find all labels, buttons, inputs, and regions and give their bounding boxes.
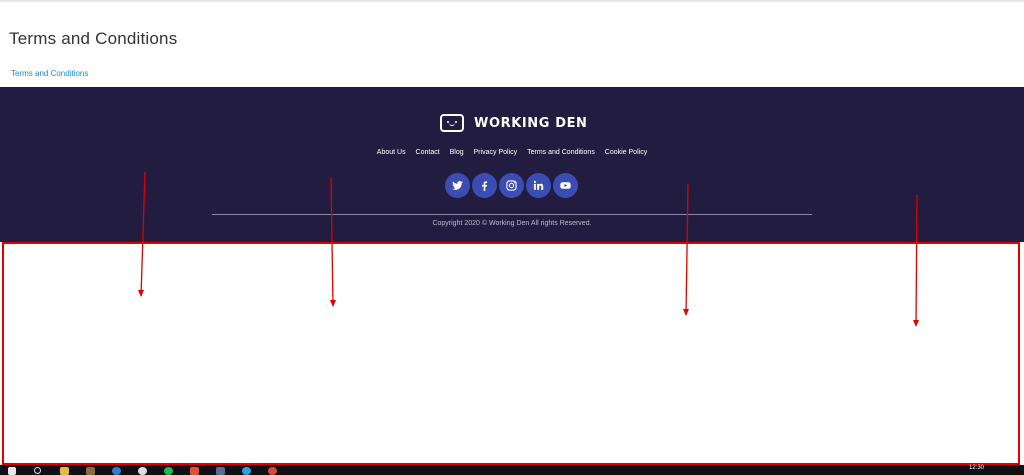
instagram-icon[interactable] [499,173,524,198]
footer-link-about-us[interactable]: About Us [377,149,406,156]
twitter-icon[interactable] [445,173,470,198]
linkedin-icon[interactable] [526,173,551,198]
app-icon[interactable] [268,467,277,475]
youtube-icon[interactable] [553,173,578,198]
footer-nav: About Us Contact Blog Privacy Policy Ter… [0,149,1024,156]
footer-link-blog[interactable]: Blog [450,149,464,156]
social-links [445,173,580,198]
taskbar-clock[interactable]: 12:30 [969,465,984,471]
facebook-icon[interactable] [472,173,497,198]
file-explorer-icon[interactable] [60,467,69,475]
spotify-icon[interactable] [164,467,173,475]
footer-link-cookie-policy[interactable]: Cookie Policy [605,149,647,156]
footer-link-privacy-policy[interactable]: Privacy Policy [474,149,518,156]
page-title: Terms and Conditions [9,29,178,48]
logo[interactable]: WORKING DEN [440,112,588,134]
app-icon[interactable] [190,467,199,475]
logo-face-icon [440,114,464,132]
breadcrumb[interactable]: Terms and Conditions [11,69,88,78]
footer-divider [212,214,812,215]
annotation-highlight-box [2,242,1020,465]
windows-start-icon[interactable] [8,467,16,475]
logo-text: WORKING DEN [474,115,588,131]
windows-taskbar: 12:30 [0,465,1024,475]
footer-link-terms[interactable]: Terms and Conditions [527,149,595,156]
footer-link-contact[interactable]: Contact [416,149,440,156]
top-divider [0,0,1024,2]
edge-icon[interactable] [112,467,121,475]
site-footer: WORKING DEN About Us Contact Blog Privac… [0,87,1024,242]
search-icon[interactable] [34,467,41,474]
app-icon[interactable] [216,467,225,475]
copyright-text: Copyright 2020 © Working Den All rights … [432,220,592,227]
app-icon[interactable] [86,467,95,475]
telegram-icon[interactable] [242,467,251,475]
chrome-icon[interactable] [138,467,147,475]
